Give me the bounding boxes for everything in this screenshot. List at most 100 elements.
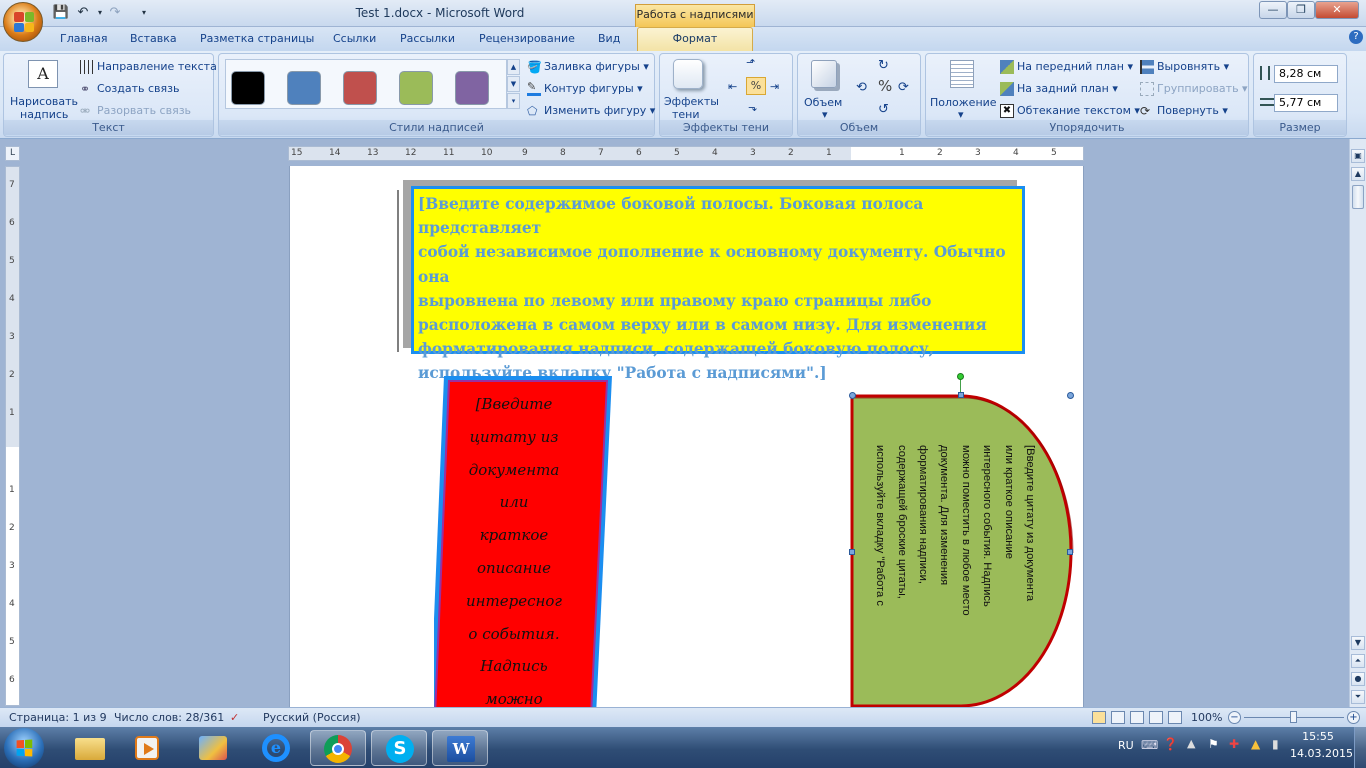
skype-icon[interactable]: S (371, 730, 427, 766)
resize-handle-tr-icon[interactable] (1067, 392, 1074, 399)
show-hidden-icons-icon[interactable]: ▲ (1187, 737, 1195, 750)
resize-handle-tl-icon[interactable] (849, 392, 856, 399)
view-print-layout-icon[interactable] (1092, 711, 1106, 724)
text-wrap-button[interactable]: ✖ Обтекание текстом ▾ (1000, 104, 1140, 118)
tilt-down-icon[interactable]: ↺ (878, 102, 889, 117)
help-icon[interactable]: ? (1349, 30, 1363, 44)
tilt-up-icon[interactable]: ↻ (878, 58, 889, 73)
shadow-toggle-icon[interactable]: % (746, 77, 766, 95)
width-field[interactable]: 5,77 см (1274, 94, 1338, 112)
scroll-thumb[interactable] (1352, 185, 1364, 209)
scroll-up-icon[interactable]: ▲ (1351, 167, 1365, 181)
change-shape-button[interactable]: ⬠ Изменить фигуру ▾ (527, 104, 655, 118)
customize-qat-icon[interactable]: ▾ (135, 4, 153, 22)
zoom-slider-thumb[interactable] (1290, 711, 1297, 723)
shadow-effects-icon[interactable] (673, 59, 703, 89)
office-button[interactable] (3, 2, 43, 42)
resize-handle-right-icon[interactable] (1067, 549, 1073, 555)
tab-format[interactable]: Формат (637, 27, 753, 51)
style-swatch-blue[interactable] (287, 71, 321, 105)
browse-object-icon[interactable]: ● (1351, 672, 1365, 686)
draw-textbox-icon[interactable]: A (28, 60, 58, 88)
align-button[interactable]: Выровнять ▾ (1140, 60, 1229, 74)
chrome-icon[interactable] (310, 730, 366, 766)
3d-toggle-icon[interactable]: % (878, 77, 892, 95)
height-field[interactable]: 8,28 см (1274, 65, 1338, 83)
zoom-level[interactable]: 100% (1191, 711, 1222, 724)
style-swatch-green[interactable] (399, 71, 433, 105)
tab-page-layout[interactable]: Разметка страницы (200, 32, 314, 45)
draw-textbox-label-1[interactable]: Нарисовать (10, 95, 78, 108)
prev-page-icon[interactable]: ⏶ (1351, 654, 1365, 668)
style-swatch-black[interactable] (231, 71, 265, 105)
nudge-up-icon[interactable]: ⬏ (746, 56, 755, 69)
position-icon[interactable] (950, 60, 974, 88)
input-language[interactable]: RU (1118, 739, 1134, 752)
internet-explorer-icon[interactable]: e (248, 730, 304, 766)
vertical-scrollbar[interactable]: ▣ ▲ ▼ ⏶ ● ⏷ (1349, 139, 1366, 707)
view-reading-icon[interactable] (1111, 711, 1125, 724)
flag-icon[interactable]: ⚑ (1208, 737, 1219, 751)
file-explorer-icon[interactable] (62, 730, 118, 766)
status-page[interactable]: Страница: 1 из 9 (9, 711, 107, 724)
maximize-button[interactable]: ❐ (1287, 1, 1315, 19)
save-icon[interactable]: 💾 (52, 4, 70, 22)
sidebar-textbox[interactable]: [Введите содержимое боковой полосы. Боко… (411, 186, 1025, 382)
tilt-left-icon[interactable]: ⟲ (856, 80, 867, 95)
gallery-down-icon[interactable]: ▼ (507, 76, 520, 92)
resize-handle-top-icon[interactable] (958, 392, 964, 398)
gallery-more-icon[interactable]: ▾ (507, 93, 520, 109)
tab-view[interactable]: Вид (598, 32, 620, 45)
tab-home[interactable]: Главная (60, 32, 108, 45)
shape-outline-button[interactable]: ✎ Контур фигуры ▾ (527, 81, 643, 96)
tilt-right-icon[interactable]: ⟳ (898, 80, 909, 95)
tab-references[interactable]: Ссылки (333, 32, 376, 45)
control-panel-icon[interactable] (185, 730, 241, 766)
close-button[interactable]: ✕ (1315, 1, 1359, 19)
google-drive-icon[interactable]: ▲ (1251, 737, 1260, 751)
view-web-icon[interactable] (1130, 711, 1144, 724)
show-desktop-button[interactable] (1354, 727, 1366, 768)
clock-date[interactable]: 14.03.2015 (1290, 747, 1353, 760)
spellcheck-icon[interactable]: ✓ (230, 711, 239, 724)
help-tray-icon[interactable]: ❓ (1163, 737, 1178, 751)
network-icon[interactable]: ▮ (1272, 737, 1279, 751)
text-direction-button[interactable]: Направление текста (80, 60, 217, 74)
rotate-button[interactable]: ⟳ Повернуть ▾ (1140, 104, 1228, 118)
shape-fill-button[interactable]: 🪣 Заливка фигуры ▾ (527, 60, 649, 74)
antivirus-icon[interactable]: ✚ (1229, 737, 1239, 751)
redo-icon[interactable]: ↷ (106, 4, 124, 22)
break-link-button[interactable]: ⚮ Разорвать связь (80, 104, 191, 118)
view-draft-icon[interactable] (1168, 711, 1182, 724)
zoom-out-icon[interactable]: − (1228, 711, 1241, 724)
media-player-icon[interactable] (120, 730, 176, 766)
status-words[interactable]: Число слов: 28/361 (114, 711, 224, 724)
keyboard-icon[interactable]: ⌨ (1141, 738, 1158, 752)
gallery-up-icon[interactable]: ▲ (507, 59, 520, 75)
nudge-down-icon[interactable]: ⬎ (748, 101, 757, 114)
horizontal-ruler[interactable]: 15 14 13 12 11 10 9 8 7 6 5 4 3 2 1 1 2 … (288, 146, 1084, 161)
start-orb-icon[interactable] (4, 728, 44, 768)
undo-icon[interactable]: ↶ (74, 4, 92, 22)
next-page-icon[interactable]: ⏷ (1351, 690, 1365, 704)
clock-time[interactable]: 15:55 (1290, 730, 1346, 743)
bring-front-button[interactable]: На передний план ▾ (1000, 60, 1133, 74)
zoom-in-icon[interactable]: + (1347, 711, 1360, 724)
scroll-down-icon[interactable]: ▼ (1351, 636, 1365, 650)
vertical-ruler[interactable]: 7 6 5 4 3 2 1 1 2 3 4 5 6 (5, 166, 20, 706)
tab-insert[interactable]: Вставка (130, 32, 177, 45)
rotation-handle-icon[interactable] (957, 373, 964, 380)
shadow-effects-label-1[interactable]: Эффекты (664, 95, 719, 108)
word-icon[interactable]: W (432, 730, 488, 766)
style-swatch-purple[interactable] (455, 71, 489, 105)
send-back-button[interactable]: На задний план ▾ (1000, 82, 1118, 96)
tab-mailings[interactable]: Рассылки (400, 32, 455, 45)
view-outline-icon[interactable] (1149, 711, 1163, 724)
status-language[interactable]: Русский (Россия) (263, 711, 361, 724)
ruler-toggle-icon[interactable]: ▣ (1351, 149, 1365, 163)
group-button[interactable]: Группировать ▾ (1140, 82, 1248, 96)
create-link-button[interactable]: ⚭ Создать связь (80, 82, 179, 96)
style-swatch-red[interactable] (343, 71, 377, 105)
tab-selector-icon[interactable]: L (5, 146, 20, 161)
tab-review[interactable]: Рецензирование (479, 32, 575, 45)
